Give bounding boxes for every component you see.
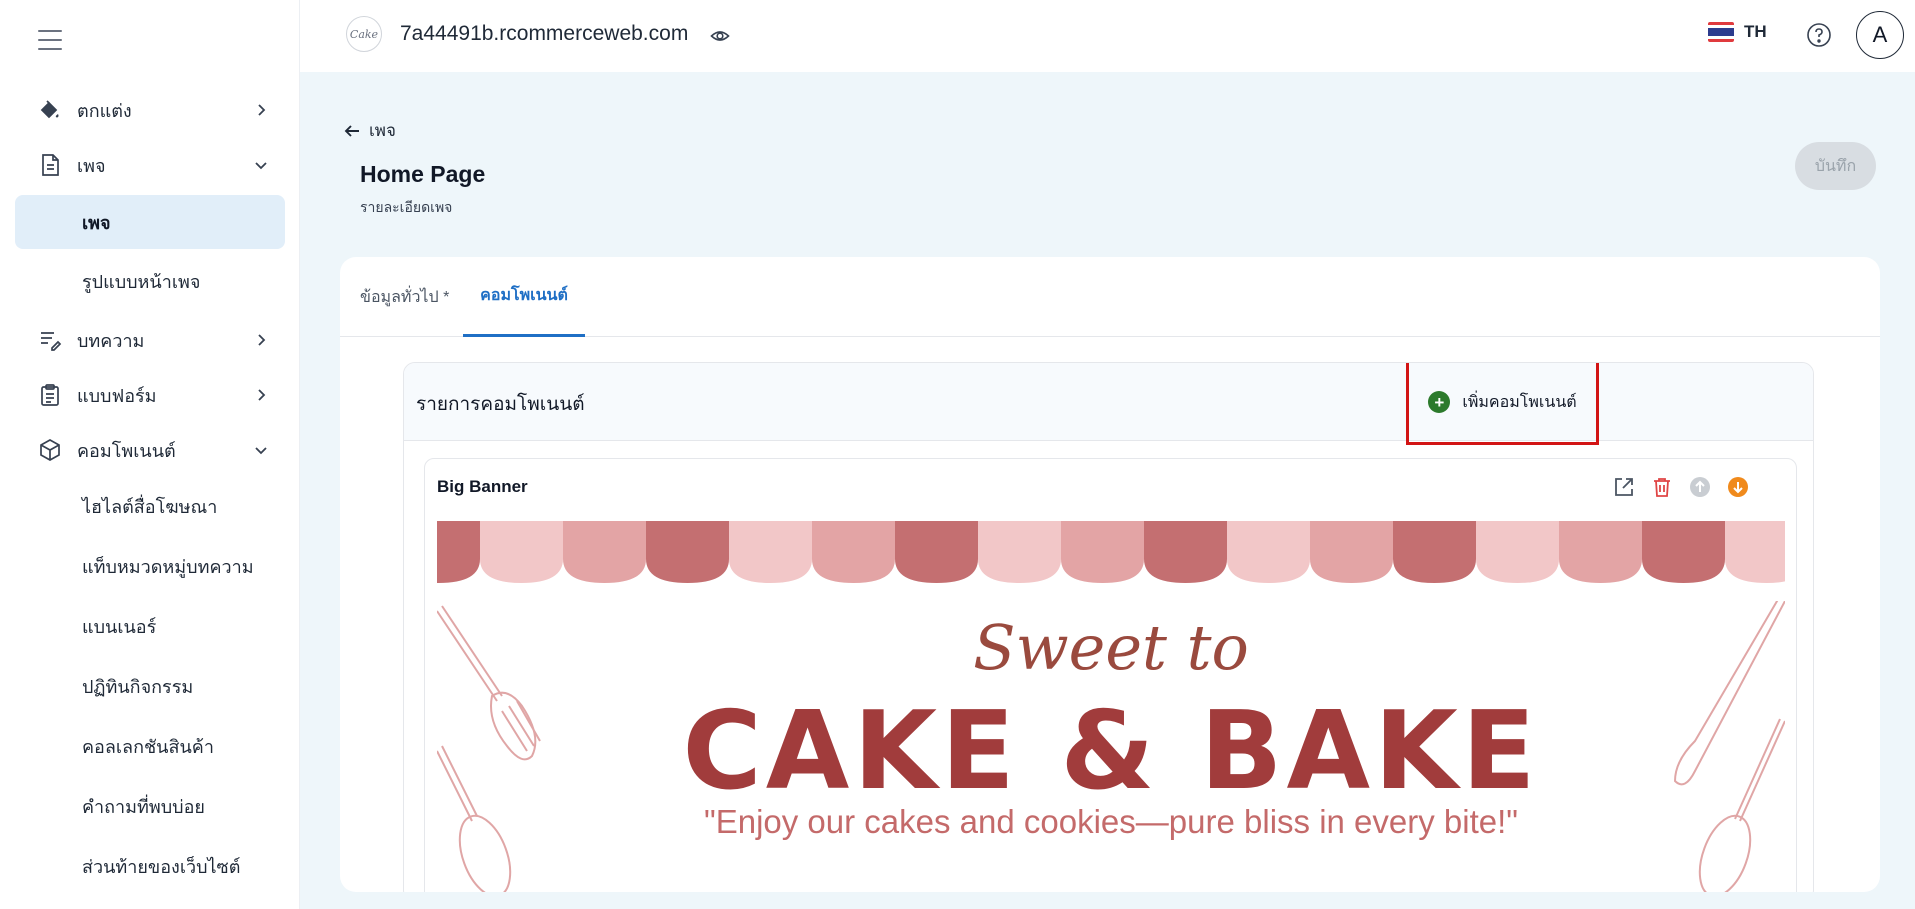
awning-scallop [978, 521, 1061, 583]
sidebar-subitem-product-collection[interactable]: คอลเลกชันสินค้า [15, 719, 285, 773]
sidebar-item-label: ตกแต่ง [77, 100, 132, 121]
component-list-title: รายการคอมโพเนนต์ [416, 394, 585, 415]
page-detail-card: ข้อมูลทั่วไป * คอมโพเนนต์ รายการคอมโพเนน… [340, 257, 1880, 892]
tab-general-info[interactable]: ข้อมูลทั่วไป * [360, 257, 460, 337]
sidebar-item-components[interactable]: คอมโพเนนต์ [15, 423, 285, 477]
sidebar-item-label: ไฮไลต์สื่อโฆษณา [82, 496, 218, 517]
tabs: ข้อมูลทั่วไป * คอมโพเนนต์ [340, 257, 1880, 337]
chevron-right-icon [251, 100, 271, 120]
sidebar-item-label: บทความ [77, 330, 145, 351]
awning-scallop [895, 521, 978, 583]
page-icon [37, 152, 63, 178]
awning-scallop [1559, 521, 1642, 583]
sidebar-item-forms[interactable]: แบบฟอร์ม [15, 368, 285, 422]
page-subtitle: รายละเอียดเพจ [360, 199, 453, 215]
sidebar-item-label: คอมโพเนนต์ [77, 440, 176, 461]
banner-headline: CAKE & BAKE [682, 689, 1540, 814]
component-list-header: รายการคอมโพเนนต์ + เพิ่มคอมโพเนนต์ [404, 363, 1813, 445]
sidebar-item-label: คำถามที่พบบ่อย [82, 796, 205, 817]
sidebar-subitem-article-category-tabs[interactable]: แท็บหมวดหมู่บทความ [15, 539, 285, 593]
sidebar-item-decorate[interactable]: ตกแต่ง [15, 83, 285, 137]
component-name: Big Banner [437, 477, 528, 496]
awning-scallop [1725, 521, 1785, 583]
sidebar-item-pages[interactable]: เพจ [15, 138, 285, 192]
awning-scallop [1061, 521, 1144, 583]
open-external-icon[interactable] [1612, 475, 1636, 499]
awning-scallop [1642, 521, 1725, 583]
chevron-down-icon [251, 440, 271, 460]
article-icon [37, 327, 63, 353]
sidebar-subitem-banner[interactable]: แบนเนอร์ [15, 599, 285, 653]
awning-scallop [1476, 521, 1559, 583]
help-icon[interactable] [1806, 22, 1832, 48]
menu-icon[interactable] [38, 30, 62, 50]
sidebar: ตกแต่ง เพจ เพจ รูปแบบหน้าเพจ บทความ แบบฟ… [0, 0, 300, 909]
sidebar-item-label: เพจ [82, 212, 111, 233]
chevron-right-icon [251, 385, 271, 405]
thai-flag-icon [1708, 22, 1734, 42]
sidebar-subitem-event-calendar[interactable]: ปฏิทินกิจกรรม [15, 659, 285, 713]
sidebar-item-label: แบนเนอร์ [82, 616, 157, 637]
banner-preview: Sweet to CAKE & BAKE "Enjoy our cakes an… [437, 521, 1785, 892]
component-item: Big Banner Sweet to CAKE & BAKE "Enjoy o… [424, 458, 1797, 892]
move-down-icon[interactable] [1726, 475, 1750, 499]
back-link[interactable]: เพจ [343, 117, 396, 144]
awning-scallop [563, 521, 646, 583]
cube-icon [37, 437, 63, 463]
site-logo: Cake [346, 16, 382, 52]
banner-quote: "Enjoy our cakes and cookies—pure bliss … [704, 803, 1518, 840]
form-icon [37, 382, 63, 408]
sidebar-item-label: แบบฟอร์ม [77, 385, 157, 406]
awning-scallop [437, 521, 480, 583]
awning-scallop [1310, 521, 1393, 583]
sidebar-item-label: แท็บหมวดหมู่บทความ [82, 556, 254, 577]
chevron-down-icon [251, 155, 271, 175]
sidebar-item-label: ปฏิทินกิจกรรม [82, 676, 194, 697]
topbar: Cake 7a44491b.rcommerceweb.com TH A [300, 0, 1915, 72]
awning-scallop [480, 521, 563, 583]
awning-scallop [812, 521, 895, 583]
awning-scallop [729, 521, 812, 583]
sidebar-subitem-page-templates[interactable]: รูปแบบหน้าเพจ [15, 254, 285, 308]
component-list-panel: รายการคอมโพเนนต์ + เพิ่มคอมโพเนนต์ Big B… [403, 362, 1814, 892]
language-switcher[interactable]: TH [1708, 22, 1767, 42]
logo-text: Cake [349, 27, 379, 41]
site-domain: 7a44491b.rcommerceweb.com [400, 22, 689, 45]
avatar[interactable]: A [1856, 11, 1904, 59]
awning-scallop [646, 521, 729, 583]
language-label: TH [1744, 22, 1767, 41]
save-button[interactable]: บันทึก [1795, 142, 1876, 190]
page-title: Home Page [360, 161, 486, 187]
add-component-button[interactable]: + เพิ่มคอมโพเนนต์ [1406, 363, 1599, 445]
sidebar-subitem-footer[interactable]: ส่วนท้ายของเว็บไซต์ [15, 839, 285, 893]
add-component-label: เพิ่มคอมโพเนนต์ [1462, 393, 1577, 411]
awning-scallop [1144, 521, 1227, 583]
sidebar-subitem-faq[interactable]: คำถามที่พบบ่อย [15, 779, 285, 833]
move-up-icon[interactable] [1688, 475, 1712, 499]
paint-bucket-icon [37, 97, 63, 123]
sidebar-item-label: ส่วนท้ายของเว็บไซต์ [82, 856, 241, 877]
banner-script-text: Sweet to [973, 611, 1249, 684]
eye-icon[interactable] [710, 26, 730, 46]
back-label: เพจ [369, 121, 396, 140]
chevron-right-icon [251, 330, 271, 350]
avatar-initial: A [1872, 22, 1888, 47]
awning-scallop [1227, 521, 1310, 583]
awning-decoration [437, 521, 1785, 583]
plus-circle-icon: + [1428, 391, 1451, 413]
sidebar-item-label: คอลเลกชันสินค้า [82, 736, 214, 757]
tab-components[interactable]: คอมโพเนนต์ [463, 257, 585, 337]
trash-icon[interactable] [1650, 475, 1674, 499]
sidebar-subitem-media-highlight[interactable]: ไฮไลต์สื่อโฆษณา [15, 479, 285, 533]
sidebar-item-articles[interactable]: บทความ [15, 313, 285, 367]
arrow-left-icon [343, 122, 361, 140]
sidebar-item-label: รูปแบบหน้าเพจ [82, 271, 201, 292]
sidebar-item-label: เพจ [77, 155, 106, 176]
awning-scallop [1393, 521, 1476, 583]
sidebar-subitem-pages[interactable]: เพจ [15, 195, 285, 249]
